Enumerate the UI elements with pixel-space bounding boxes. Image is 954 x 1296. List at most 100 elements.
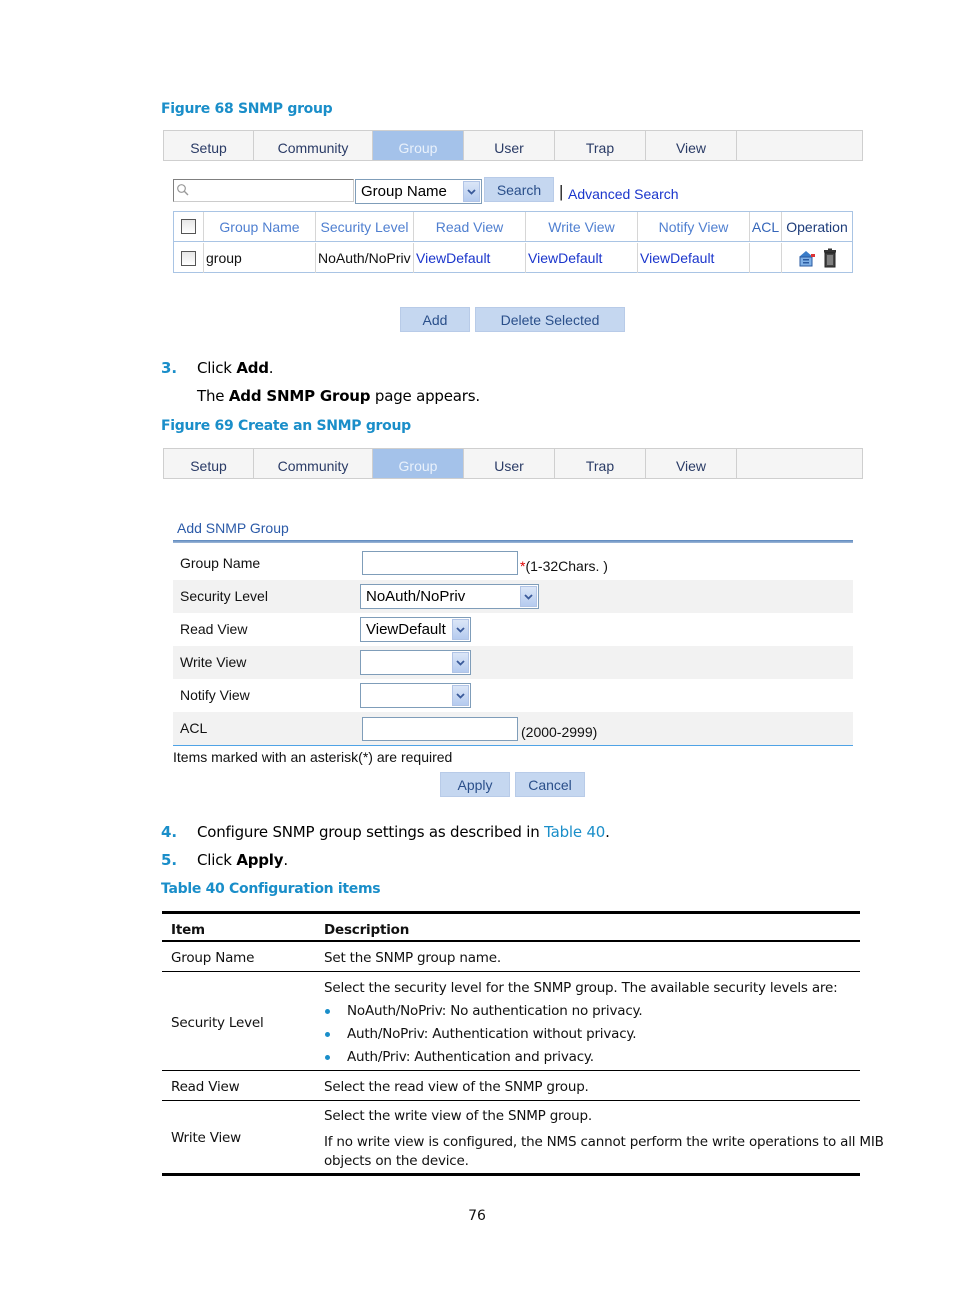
tab-view[interactable]: View [646, 131, 737, 160]
step-3-text: Click Add. [197, 359, 274, 377]
figure-68-caption: Figure 68 SNMP group [161, 101, 333, 117]
form-title-divider [173, 540, 853, 543]
bullet-icon [325, 1009, 330, 1014]
delete-selected-button[interactable]: Delete Selected [475, 307, 625, 332]
header-security-level[interactable]: Security Level [316, 212, 414, 241]
search-icon [177, 184, 189, 196]
header-item: Item [171, 922, 205, 938]
step-5-text: Click Apply. [197, 851, 288, 869]
desc-security-level: Select the security level for the SNMP g… [324, 980, 838, 996]
chevron-down-icon [463, 181, 480, 202]
header-description: Description [324, 922, 410, 938]
tab-trap[interactable]: Trap [555, 131, 646, 160]
cancel-button[interactable]: Cancel [515, 772, 585, 797]
tab-user[interactable]: User [464, 449, 555, 478]
item-security-level: Security Level [171, 1015, 264, 1031]
step-5-number: 5. [161, 851, 178, 869]
tab-trap[interactable]: Trap [555, 449, 646, 478]
tab-community[interactable]: Community [254, 449, 373, 478]
edit-icon[interactable] [797, 248, 817, 268]
bullet-auth-priv: Auth/Priv: Authentication and privacy. [347, 1049, 594, 1065]
form-row-read-view: Read View [173, 613, 853, 646]
security-level-select[interactable]: NoAuth/NoPriv [360, 584, 539, 609]
notify-view-label: Notify View [180, 687, 250, 703]
row-checkbox[interactable] [181, 250, 196, 266]
tab-community[interactable]: Community [254, 131, 373, 160]
read-view-select[interactable]: ViewDefault [360, 617, 471, 642]
search-button[interactable]: Search [484, 177, 554, 202]
tab-user[interactable]: User [464, 131, 555, 160]
form-bottom-divider [173, 745, 853, 746]
chevron-down-icon [452, 652, 469, 673]
chevron-down-icon [520, 586, 537, 607]
desc-write-view-3: objects on the device. [324, 1153, 469, 1169]
chevron-down-icon [452, 685, 469, 706]
group-name-label: Group Name [180, 555, 261, 571]
tab-bar-fig68: Setup Community Group User Trap View [163, 130, 863, 161]
figure-69-caption: Figure 69 Create an SNMP group [161, 418, 411, 434]
group-name-input[interactable] [362, 551, 518, 575]
desc-write-view-2: If no write view is configured, the NMS … [324, 1134, 884, 1150]
step-3-number: 3. [161, 359, 178, 377]
cell-operation [782, 243, 852, 273]
acl-label: ACL [180, 720, 208, 736]
item-write-view: Write View [171, 1130, 241, 1146]
tab-bar-fig69: Setup Community Group User Trap View [163, 448, 863, 479]
add-button[interactable]: Add [400, 307, 470, 332]
page-number: 76 [468, 1208, 486, 1224]
header-write-view[interactable]: Write View [526, 212, 638, 241]
header-group-name[interactable]: Group Name [204, 212, 316, 241]
tab-setup[interactable]: Setup [164, 449, 254, 478]
write-view-select[interactable] [360, 650, 471, 675]
step-4-text: Configure SNMP group settings as describ… [197, 823, 610, 841]
table-40-link[interactable]: Table 40 [544, 823, 605, 841]
form-row-write-view: Write View [173, 646, 853, 679]
step-4-number: 4. [161, 823, 178, 841]
search-field-value: Group Name [361, 183, 447, 200]
header-acl[interactable]: ACL [750, 212, 782, 241]
acl-hint: (2000-2999) [521, 724, 598, 740]
header-operation: Operation [786, 218, 848, 235]
security-level-label: Security Level [180, 588, 268, 604]
notify-view-select[interactable] [360, 683, 471, 708]
bullet-icon [325, 1055, 330, 1060]
group-name-hint: *(1-32Chars. ) [520, 558, 608, 574]
table-header-row: Group Name Security Level Read View Writ… [174, 212, 852, 242]
advanced-search-link[interactable]: Advanced Search [568, 186, 679, 202]
required-note: Items marked with an asterisk(*) are req… [173, 749, 453, 765]
form-row-notify-view: Notify View [173, 679, 853, 712]
apply-button[interactable]: Apply [440, 772, 510, 797]
tab-setup[interactable]: Setup [164, 131, 254, 160]
header-notify-view[interactable]: Notify View [638, 212, 750, 241]
bullet-auth-nopriv: Auth/NoPriv: Authentication without priv… [347, 1026, 637, 1042]
cell-write-view-link[interactable]: ViewDefault [526, 243, 638, 273]
tab-group[interactable]: Group [373, 131, 464, 160]
header-read-view[interactable]: Read View [414, 212, 526, 241]
desc-read-view: Select the read view of the SNMP group. [324, 1079, 589, 1095]
cell-notify-view-link[interactable]: ViewDefault [638, 243, 750, 273]
search-input[interactable] [173, 179, 354, 202]
item-group-name: Group Name [171, 950, 255, 966]
item-read-view: Read View [171, 1079, 240, 1095]
table-40-caption: Table 40 Configuration items [161, 881, 381, 897]
tab-view[interactable]: View [646, 449, 737, 478]
acl-input[interactable] [362, 717, 518, 741]
cell-read-view-link[interactable]: ViewDefault [414, 243, 526, 273]
tab-group[interactable]: Group [373, 449, 464, 478]
form-title: Add SNMP Group [177, 520, 289, 536]
snmp-group-table: Group Name Security Level Read View Writ… [173, 211, 853, 273]
delete-icon[interactable] [823, 248, 837, 268]
write-view-label: Write View [180, 654, 247, 670]
search-field-select[interactable]: Group Name [355, 179, 482, 204]
step-3-note: The Add SNMP Group page appears. [197, 387, 480, 405]
cell-group-name: group [204, 243, 316, 273]
bullet-icon [325, 1032, 330, 1037]
cell-acl [750, 243, 782, 273]
cell-security-level: NoAuth/NoPriv [316, 243, 414, 273]
separator: | [559, 182, 564, 201]
desc-write-view-1: Select the write view of the SNMP group. [324, 1108, 592, 1124]
bullet-noauth-nopriv: NoAuth/NoPriv: No authentication no priv… [347, 1003, 643, 1019]
select-all-checkbox[interactable] [181, 219, 196, 234]
desc-group-name: Set the SNMP group name. [324, 950, 501, 966]
chevron-down-icon [452, 619, 469, 640]
